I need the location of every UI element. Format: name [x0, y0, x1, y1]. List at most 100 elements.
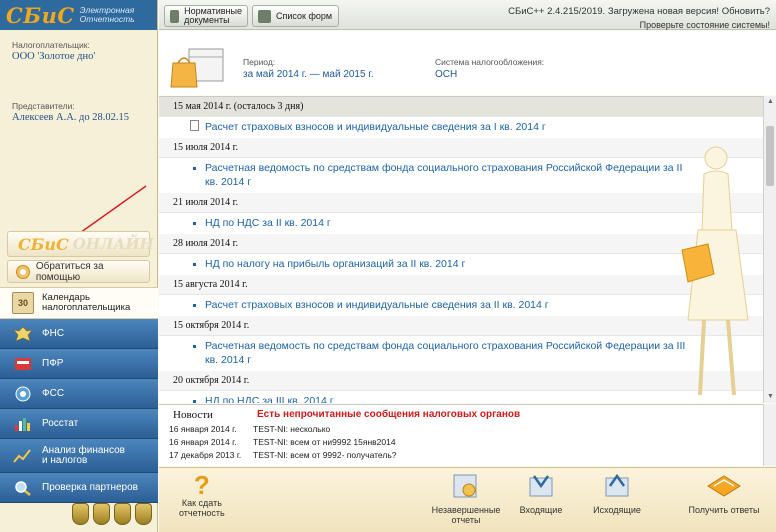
- pfr-icon: [12, 354, 34, 374]
- incoming-button[interactable]: Входящие: [511, 472, 571, 515]
- emblem-icon: [72, 503, 89, 525]
- eagle-icon: [12, 324, 34, 344]
- calendar-label: Календарь налогоплательщика: [42, 293, 130, 313]
- unread-messages-alert[interactable]: Есть непрочитанные сообщения налоговых о…: [257, 409, 520, 420]
- tax-system-label: Система налогообложения:: [435, 57, 545, 67]
- sidebar-item-rosstat[interactable]: Росстат: [0, 409, 158, 439]
- analysis-label-line2: и налогов: [42, 454, 88, 466]
- red-arrow-icon: [66, 185, 147, 240]
- normative-docs-label: Нормативные документы: [184, 7, 242, 25]
- tax-system-value[interactable]: ОСН: [435, 69, 457, 80]
- report-link-text: НД по НДС за II кв. 2014 г: [205, 217, 331, 229]
- document-icon: [190, 120, 199, 131]
- top-toolbar: Нормативные документы Список форм СБиС++ …: [159, 0, 776, 30]
- period-label: Период:: [243, 57, 276, 67]
- news-panel: Новости Есть непрочитанные сообщения нал…: [159, 404, 763, 466]
- question-mark-icon: ?: [193, 470, 210, 500]
- magnifier-icon: [12, 478, 34, 498]
- sidebar-item-label: ФСС: [42, 388, 65, 399]
- news-title: Новости: [173, 409, 213, 421]
- report-link[interactable]: Расчет страховых взносов и индивидуальны…: [159, 117, 763, 138]
- emblem-icon: [93, 503, 110, 525]
- news-date: 16 января 2014 г.: [169, 437, 237, 447]
- accountant-figure-illustration: [681, 146, 749, 396]
- get-answers-icon: [707, 475, 741, 497]
- lifebuoy-icon: [16, 264, 30, 279]
- analysis-label: Анализ финансов и налогов: [42, 444, 125, 466]
- calendar-bag-icon: [170, 48, 224, 88]
- bullet-icon: [193, 345, 196, 348]
- news-text: TEST-NI: всем от ни9992 15янв2014: [253, 437, 396, 447]
- sidebar-item-fns[interactable]: ФНС: [0, 319, 158, 349]
- sbis-online-button[interactable]: СБиС ОНЛАЙН: [7, 231, 154, 257]
- news-row[interactable]: 17 декабря 2013 г. TEST-NI: всем от 9992-…: [169, 450, 397, 460]
- news-text: TEST-NI: несколько: [253, 424, 331, 434]
- how-to-submit-button[interactable]: ? Как сдать отчетность: [179, 472, 225, 518]
- help-button[interactable]: Обратиться за помощью: [7, 260, 150, 283]
- analysis-icon: [12, 446, 34, 466]
- normative-docs-line2: документы: [184, 15, 230, 25]
- report-link-text: НД по налогу на прибыль организаций за I…: [205, 258, 466, 270]
- sidebar-item-label: ФНС: [42, 328, 65, 339]
- forms-list-button[interactable]: Список форм: [252, 5, 339, 27]
- report-link-text: Расчетная ведомость по средствам фонда с…: [205, 162, 683, 188]
- unfinished-reports-icon: [453, 474, 477, 498]
- news-text: TEST-NI: всем от 9992- получатель?: [253, 450, 397, 460]
- date-header: 15 мая 2014 г. (осталось 3 дня): [159, 97, 763, 117]
- sidebar-item-analysis[interactable]: Анализ финансов и налогов: [0, 439, 158, 473]
- news-row[interactable]: 16 января 2014 г. TEST-NI: несколько: [169, 424, 330, 434]
- incoming-label: Входящие: [519, 505, 563, 515]
- forms-list-label: Список форм: [276, 10, 333, 21]
- report-link-text: Расчетная ведомость по средствам фонда с…: [205, 340, 686, 366]
- news-date: 17 декабря 2013 г.: [169, 450, 242, 460]
- news-date: 16 января 2014 г.: [169, 424, 237, 434]
- news-scrollbar[interactable]: [763, 404, 776, 466]
- analysis-label-line1: Анализ финансов: [42, 444, 125, 456]
- unfinished-line1: Незавершенные: [431, 505, 501, 515]
- sidebar-item-pfr[interactable]: ПФР: [0, 349, 158, 379]
- calendar-label-line2: налогоплательщика: [42, 302, 131, 313]
- online-button-part1: СБиС: [18, 234, 69, 254]
- sidebar-item-label: Росстат: [42, 418, 79, 429]
- sidebar-item-partners[interactable]: Проверка партнеров: [0, 473, 158, 503]
- check-status-link[interactable]: Проверьте состояние системы!: [640, 20, 770, 30]
- period-header: Период: за май 2014 г. — май 2015 г. Сис…: [159, 31, 776, 95]
- report-link-text: НД по НДС за III кв. 2014 г: [205, 395, 334, 403]
- sidebar: СБиС Электронная Отчетность Налогоплател…: [0, 0, 158, 532]
- list-icon: [258, 9, 271, 23]
- unfinished-line2: отчеты: [451, 515, 481, 525]
- howto-line2: отчетность: [179, 508, 225, 518]
- rosstat-icon: [12, 414, 34, 434]
- get-answers-button[interactable]: Получить ответы: [683, 472, 765, 515]
- bullet-icon: [193, 304, 196, 307]
- outgoing-button[interactable]: Исходящие: [587, 472, 647, 515]
- sidebar-item-label: ПФР: [42, 358, 64, 369]
- incoming-icon: [529, 475, 553, 497]
- sidebar-item-calendar[interactable]: 30 Календарь налогоплательщика: [0, 287, 158, 319]
- outgoing-icon: [605, 473, 629, 497]
- howto-line1: Как сдать: [181, 498, 222, 508]
- bottom-toolbar: ? Как сдать отчетность Незавершенные отч…: [159, 467, 776, 532]
- agency-emblems: [72, 503, 152, 525]
- fss-icon: [12, 384, 34, 404]
- scroll-up-icon[interactable]: ▲: [764, 96, 776, 108]
- normative-docs-button[interactable]: Нормативные документы: [164, 5, 248, 27]
- news-row[interactable]: 16 января 2014 г. TEST-NI: всем от ни9992…: [169, 437, 396, 447]
- help-button-label: Обратиться за помощью: [35, 260, 104, 283]
- emblem-icon: [114, 503, 131, 525]
- report-link-text: Расчет страховых взносов и индивидуальны…: [205, 299, 549, 311]
- period-value[interactable]: за май 2014 г. — май 2015 г.: [243, 69, 374, 80]
- sidebar-item-fss[interactable]: ФСС: [0, 379, 158, 409]
- online-button-part2: ОНЛАЙН: [72, 235, 154, 253]
- calendar-icon-number: 30: [17, 298, 28, 308]
- unfinished-reports-button[interactable]: Незавершенные отчеты: [431, 472, 501, 525]
- outgoing-label: Исходящие: [593, 505, 641, 515]
- bullet-icon: [193, 263, 196, 266]
- bullet-icon: [193, 222, 196, 225]
- emblem-icon: [135, 503, 152, 525]
- bullet-icon: [193, 400, 196, 403]
- get-answers-label: Получить ответы: [688, 505, 760, 515]
- bullet-icon: [193, 167, 196, 170]
- report-link-text: Расчет страховых взносов и индивидуальны…: [205, 121, 546, 133]
- version-update-link[interactable]: СБиС++ 2.4.215/2019. Загружена новая вер…: [508, 6, 770, 17]
